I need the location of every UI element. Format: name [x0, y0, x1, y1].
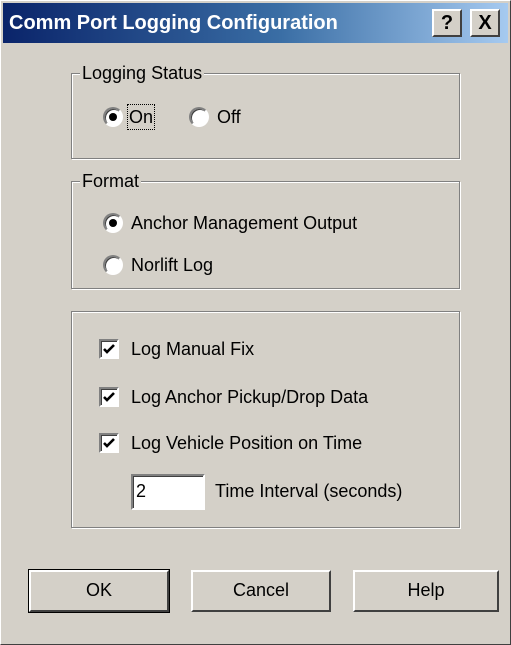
- help-icon[interactable]: ?: [432, 9, 462, 37]
- log-anchor-label[interactable]: Log Anchor Pickup/Drop Data: [131, 386, 368, 408]
- close-icon[interactable]: X: [470, 9, 500, 37]
- format-group: Format Anchor Management Output Norlift …: [71, 170, 460, 289]
- log-vehicle-checkbox[interactable]: [99, 433, 119, 453]
- format-norlift-radio[interactable]: [103, 255, 123, 275]
- format-norlift-label[interactable]: Norlift Log: [131, 254, 213, 276]
- logging-on-label[interactable]: On: [126, 104, 156, 130]
- cancel-button[interactable]: Cancel: [191, 570, 331, 612]
- logging-status-legend: Logging Status: [80, 62, 205, 84]
- logging-on-radio[interactable]: [103, 107, 123, 127]
- ok-button[interactable]: OK: [28, 569, 170, 613]
- format-anchor-label[interactable]: Anchor Management Output: [131, 212, 357, 234]
- window-title: Comm Port Logging Configuration: [9, 12, 338, 34]
- log-vehicle-label[interactable]: Log Vehicle Position on Time: [131, 432, 362, 454]
- logging-status-group: Logging Status On Off: [71, 62, 460, 159]
- time-interval-input[interactable]: 2: [131, 474, 205, 510]
- title-bar[interactable]: Comm Port Logging Configuration ? X: [3, 3, 508, 43]
- dialog-window: Comm Port Logging Configuration ? X Logg…: [0, 0, 511, 645]
- log-anchor-checkbox[interactable]: [99, 387, 119, 407]
- logging-off-label[interactable]: Off: [217, 106, 241, 128]
- help-button[interactable]: Help: [353, 570, 499, 612]
- logging-off-radio[interactable]: [189, 107, 209, 127]
- log-manual-fix-label[interactable]: Log Manual Fix: [131, 338, 254, 360]
- format-anchor-radio[interactable]: [103, 213, 123, 233]
- time-interval-label: Time Interval (seconds): [215, 481, 403, 501]
- options-group: Log Manual Fix Log Anchor Pickup/Drop Da…: [71, 311, 460, 528]
- format-legend: Format: [80, 170, 142, 192]
- log-manual-fix-checkbox[interactable]: [99, 339, 119, 359]
